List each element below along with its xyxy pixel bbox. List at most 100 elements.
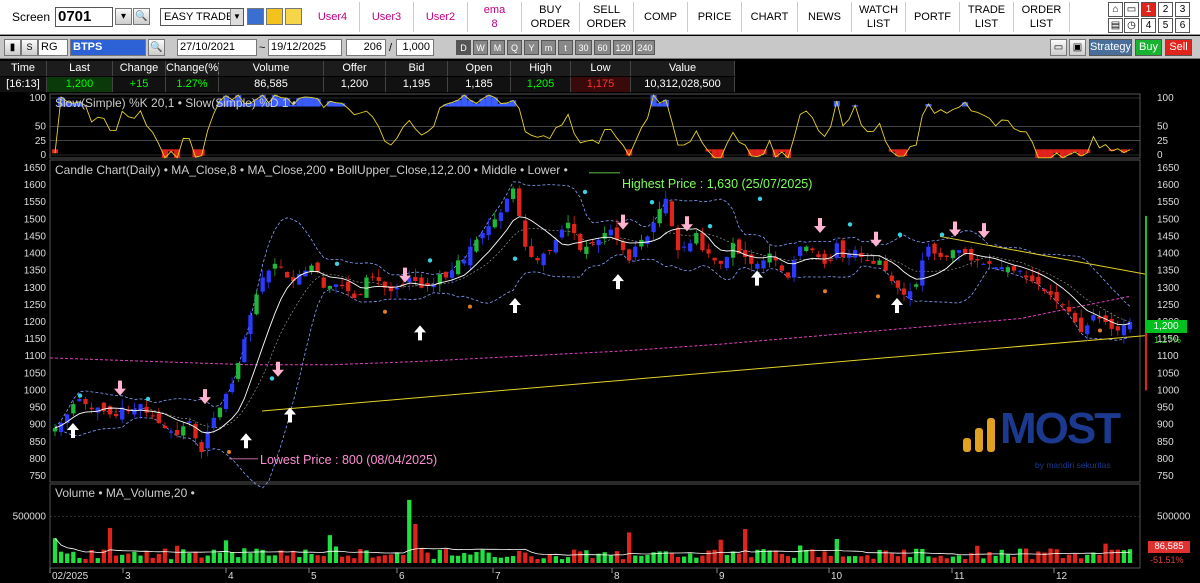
- symbol-search-icon[interactable]: 🔍: [148, 39, 165, 56]
- candle-body: [132, 409, 137, 415]
- menu-item-portf[interactable]: PORTF: [906, 2, 960, 32]
- volume-bar: [83, 558, 88, 563]
- volume-bar: [523, 552, 528, 563]
- strategy-button[interactable]: Strategy: [1089, 39, 1132, 56]
- price-tick-left: 1100: [24, 351, 46, 362]
- volume-bar: [798, 545, 803, 563]
- menu-item-watch-list[interactable]: WATCH LIST: [852, 2, 906, 32]
- candle-body: [633, 246, 638, 258]
- window-slot-1[interactable]: 1: [1141, 2, 1156, 17]
- date-to-input[interactable]: 19/12/2025: [268, 39, 342, 56]
- volume-bar: [284, 555, 290, 563]
- notepad-icon[interactable]: [285, 8, 302, 25]
- layout-icon[interactable]: [247, 8, 264, 25]
- screen-code-input[interactable]: 0701: [55, 7, 113, 27]
- window-slot-2[interactable]: 2: [1158, 2, 1173, 17]
- timeframe-30[interactable]: 30: [575, 40, 592, 55]
- timeframe-M[interactable]: M: [490, 40, 505, 55]
- span-input[interactable]: 1,000: [396, 39, 434, 56]
- sell-button[interactable]: Sell: [1165, 39, 1192, 56]
- menu-item-user4[interactable]: User4: [306, 2, 360, 32]
- candle-body: [523, 220, 528, 247]
- candle-body: [1085, 325, 1090, 335]
- volume-bar: [779, 553, 784, 563]
- lock-icon[interactable]: ▮: [4, 39, 21, 56]
- volume-bar: [303, 549, 308, 563]
- candle-body: [455, 260, 461, 275]
- date-from-input[interactable]: 27/10/2021: [177, 39, 257, 56]
- timeframe-t[interactable]: t: [558, 40, 573, 55]
- save-icon[interactable]: ▣: [1069, 39, 1086, 56]
- screen-dropdown-icon[interactable]: ▾: [115, 8, 132, 25]
- s-button[interactable]: S: [21, 39, 38, 56]
- camera-icon[interactable]: [266, 8, 283, 25]
- window-slot-3[interactable]: 3: [1175, 2, 1190, 17]
- logo-bar: [963, 438, 971, 452]
- buy-button[interactable]: Buy: [1135, 39, 1162, 56]
- clipboard-icon[interactable]: ▤: [1108, 18, 1123, 33]
- monitor-icon[interactable]: ▭: [1124, 2, 1139, 17]
- mode-select[interactable]: EASY TRADE ▼: [160, 8, 244, 26]
- menu-item-news[interactable]: NEWS: [798, 2, 852, 32]
- stoch-title: Slow(Simple) %K 20,1 • Slow(Simple) %D 1…: [55, 96, 297, 110]
- x-axis-label: 02/2025: [52, 571, 89, 582]
- menu-item-user3[interactable]: User3: [360, 2, 414, 32]
- price-tick-left: 750: [29, 471, 46, 482]
- menu-item-sell-order[interactable]: SELL ORDER: [580, 2, 634, 32]
- candle-body: [584, 246, 589, 254]
- candle-body: [113, 413, 119, 417]
- timeframe-Q[interactable]: Q: [507, 40, 522, 55]
- home-icon[interactable]: ⌂: [1108, 2, 1123, 17]
- window-slot-6[interactable]: 6: [1175, 18, 1190, 33]
- volume-bar: [370, 557, 375, 563]
- price-tick-left: 1150: [24, 334, 46, 345]
- volume-bar: [1005, 554, 1010, 563]
- volume-tick-left: 500000: [13, 512, 47, 523]
- candle-body: [156, 413, 161, 423]
- symbol-input[interactable]: BTPS: [70, 39, 146, 56]
- timeframe-60[interactable]: 60: [594, 40, 611, 55]
- timeframe-W[interactable]: W: [473, 40, 488, 55]
- menu-item-trade-list[interactable]: TRADE LIST: [960, 2, 1014, 32]
- timeframe-120[interactable]: 120: [613, 40, 633, 55]
- menu-item-ema-8[interactable]: ema 8: [468, 2, 522, 32]
- menu-item-chart[interactable]: CHART: [742, 2, 798, 32]
- count-input[interactable]: 206: [346, 39, 386, 56]
- candle-body: [217, 407, 223, 418]
- menu-item-price[interactable]: PRICE: [688, 2, 742, 32]
- timeframe-240[interactable]: 240: [635, 40, 655, 55]
- candle-body: [266, 270, 271, 283]
- window-slot-4[interactable]: 4: [1141, 18, 1156, 33]
- volume-bar: [498, 557, 504, 563]
- timeframe-Y[interactable]: Y: [524, 40, 539, 55]
- screen-search-icon[interactable]: 🔍: [133, 8, 150, 25]
- window-slot-5[interactable]: 5: [1158, 18, 1173, 33]
- timeframe-D[interactable]: D: [456, 40, 471, 55]
- price-tick-right: 1550: [1157, 197, 1180, 208]
- stoch-oversold-fill: [1053, 149, 1060, 153]
- candle-body: [492, 219, 497, 228]
- candle-body: [743, 250, 748, 257]
- stoch-overbought-fill: [302, 96, 309, 107]
- stoch-tick-right: 50: [1157, 122, 1169, 133]
- stoch-tick-left: 25: [35, 136, 47, 147]
- candle-body: [681, 246, 687, 248]
- volume-bar: [584, 550, 589, 563]
- clock-icon[interactable]: ◷: [1124, 18, 1139, 33]
- volume-bar: [517, 550, 522, 563]
- menu-item-buy-order[interactable]: BUY ORDER: [522, 2, 580, 32]
- volume-bar: [413, 524, 418, 563]
- candle-body: [572, 223, 577, 234]
- buy-arrow-icon: [509, 298, 521, 314]
- market-select[interactable]: RG: [38, 39, 68, 56]
- timeframe-m[interactable]: m: [541, 40, 556, 55]
- menu-item-order-list[interactable]: ORDER LIST: [1014, 2, 1070, 32]
- stoch-tick-right: 25: [1157, 136, 1169, 147]
- candle-body: [199, 442, 204, 453]
- sell-arrow-icon: [949, 221, 961, 237]
- price-tick-left: 1050: [24, 368, 47, 379]
- folder-icon[interactable]: ▭: [1050, 39, 1067, 56]
- menu-item-comp[interactable]: COMP: [634, 2, 688, 32]
- menu-item-user2[interactable]: User2: [414, 2, 468, 32]
- volume-bar: [132, 551, 137, 563]
